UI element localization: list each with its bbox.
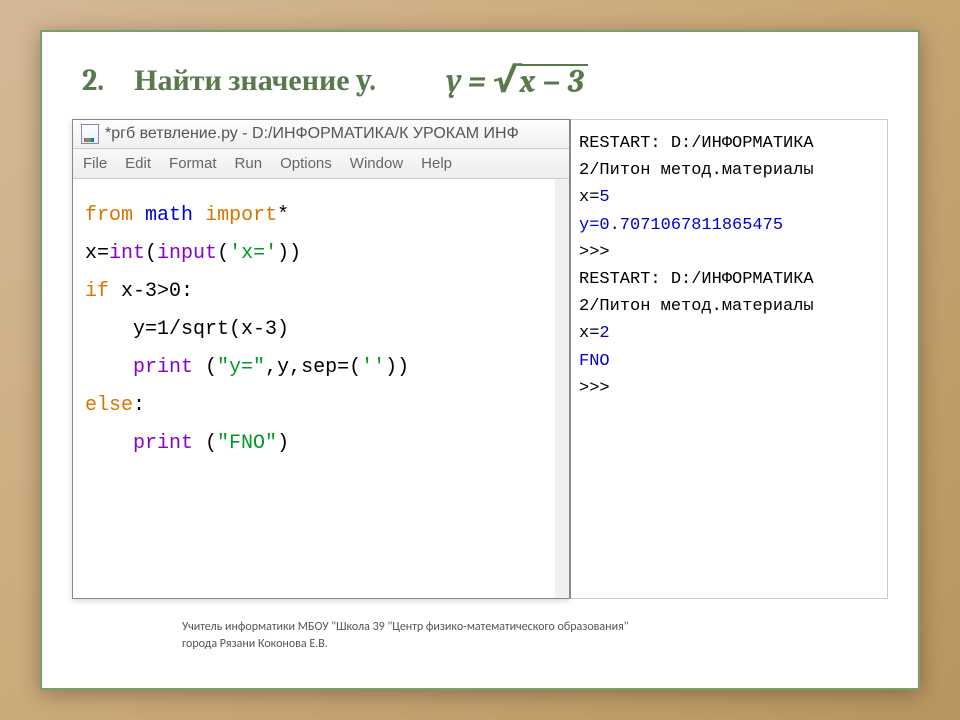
task-heading: 2. Найти значение y. y = √ x − 3 [82, 62, 888, 99]
task-number: 2. [82, 63, 104, 98]
idle-editor-window: *ргб ветвление.ру - D:/ИНФОРМАТИКА/К УРО… [72, 119, 570, 599]
shell-output: y=0.7071067811865475 [579, 212, 879, 239]
task-formula: y = √ x − 3 [446, 62, 588, 99]
formula-radicand: x − 3 [518, 64, 588, 98]
shell-prompt[interactable]: >>> [579, 239, 879, 266]
footer-line: города Рязани Коконова Е.В. [182, 636, 888, 653]
shell-line: 2/Питон метод.материалы [579, 157, 879, 184]
window-title: *ргб ветвление.ру - D:/ИНФОРМАТИКА/К УРО… [105, 125, 519, 143]
slide-page: 2. Найти значение y. y = √ x − 3 *ргб ве… [40, 30, 920, 690]
menu-help[interactable]: Help [421, 155, 452, 172]
code-editor[interactable]: from math import* x=int(input('x=')) if … [73, 179, 569, 598]
menu-window[interactable]: Window [350, 155, 403, 172]
menubar: File Edit Format Run Options Window Help [73, 149, 569, 179]
shell-line: RESTART: D:/ИНФОРМАТИКА [579, 266, 879, 293]
shell-output: FNO [579, 348, 879, 375]
document-icon [81, 124, 99, 144]
formula-lhs: y [446, 62, 462, 99]
menu-options[interactable]: Options [280, 155, 332, 172]
shell-line: x=5 [579, 184, 879, 211]
menu-run[interactable]: Run [235, 155, 263, 172]
task-title: Найти значение y. [134, 63, 376, 98]
slide-footer: Учитель информатики МБОУ "Школа 39 "Цент… [182, 619, 888, 653]
sqrt-icon: √ x − 3 [492, 64, 588, 98]
shell-line: x=2 [579, 320, 879, 347]
formula-eq: = [468, 62, 486, 99]
window-titlebar: *ргб ветвление.ру - D:/ИНФОРМАТИКА/К УРО… [73, 120, 569, 149]
menu-edit[interactable]: Edit [125, 155, 151, 172]
shell-line: 2/Питон метод.материалы [579, 293, 879, 320]
menu-format[interactable]: Format [169, 155, 217, 172]
shell-line: RESTART: D:/ИНФОРМАТИКА [579, 130, 879, 157]
menu-file[interactable]: File [83, 155, 107, 172]
screenshots-row: *ргб ветвление.ру - D:/ИНФОРМАТИКА/К УРО… [72, 119, 888, 599]
footer-line: Учитель информатики МБОУ "Школа 39 "Цент… [182, 619, 888, 636]
idle-shell-window: RESTART: D:/ИНФОРМАТИКА 2/Питон метод.ма… [570, 119, 888, 599]
shell-prompt[interactable]: >>> [579, 375, 879, 402]
